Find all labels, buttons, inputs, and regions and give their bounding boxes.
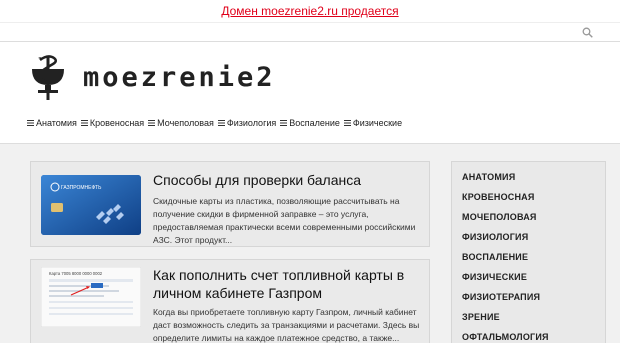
- site-title[interactable]: moezrenie2: [83, 62, 276, 93]
- sidebar-item-physical[interactable]: ФИЗИЧЕСКИЕ: [462, 272, 527, 282]
- article-excerpt: Скидочные карты из пластика, позволяющие…: [153, 196, 416, 245]
- nav-item-circulatory[interactable]: Кровеносная: [80, 116, 145, 130]
- menu-icon: [217, 120, 225, 126]
- thumb-brand-text: ГАЗПРОМНЕФТЬ: [61, 185, 102, 191]
- sidebar-item-circulatory[interactable]: КРОВЕНОСНАЯ: [462, 192, 535, 202]
- category-sidebar: АНАТОМИЯ КРОВЕНОСНАЯ МОЧЕПОЛОВАЯ ФИЗИОЛО…: [451, 161, 606, 343]
- menu-icon: [148, 120, 156, 126]
- menu-icon: [27, 120, 34, 126]
- main-nav: Анатомия Кровеносная Мочеполовая Физиоло…: [27, 116, 406, 130]
- domain-sale-link[interactable]: Домен moezrenie2.ru продается: [221, 4, 398, 18]
- sidebar-item-physiotherapy[interactable]: ФИЗИОТЕРАПИЯ: [462, 292, 540, 302]
- nav-item-label: Кровеносная: [89, 118, 145, 128]
- nav-item-label: Мочеполовая: [157, 118, 214, 128]
- sidebar-item-urogenital[interactable]: МОЧЕПОЛОВАЯ: [462, 212, 537, 222]
- sidebar-item-ophthalmology[interactable]: ОФТАЛЬМОЛОГИЯ: [462, 332, 549, 342]
- site-header: moezrenie2 Анатомия Кровеносная Мочеполо…: [0, 42, 620, 144]
- nav-item-label: Анатомия: [36, 118, 77, 128]
- fuel-card-thumbnail[interactable]: ГАЗПРОМНЕФТЬ: [41, 175, 141, 235]
- article-card: ГАЗПРОМНЕФТЬ Способы для проверки баланс…: [30, 161, 430, 247]
- article-card: Карта 7005 8000 0000 0002 Как пополнить …: [30, 259, 430, 343]
- main-content: ГАЗПРОМНЕФТЬ Способы для проверки баланс…: [0, 144, 620, 343]
- nav-item-anatomy[interactable]: Анатомия: [27, 116, 77, 130]
- cabinet-screenshot-thumbnail[interactable]: Карта 7005 8000 0000 0002: [41, 267, 141, 327]
- sale-banner: Домен moezrenie2.ru продается: [0, 0, 620, 22]
- caduceus-bowl-icon[interactable]: [28, 52, 68, 102]
- sidebar-item-anatomy[interactable]: АНАТОМИЯ: [462, 172, 515, 182]
- nav-item-physiology[interactable]: Физиология: [217, 116, 277, 130]
- nav-item-label: Воспаление: [289, 118, 340, 128]
- menu-icon: [80, 120, 88, 126]
- search-bar: [0, 22, 620, 42]
- article-title[interactable]: Способы для проверки баланса: [153, 171, 361, 189]
- search-icon[interactable]: [582, 27, 593, 38]
- nav-item-urogenital[interactable]: Мочеполовая: [148, 116, 214, 130]
- article-excerpt: Когда вы приобретаете топливную карту Га…: [153, 307, 420, 343]
- sidebar-item-inflammation[interactable]: ВОСПАЛЕНИЕ: [462, 252, 528, 262]
- thumb-card-number: Карта 7005 8000 0000 0002: [49, 271, 103, 276]
- sidebar-item-physiology[interactable]: ФИЗИОЛОГИЯ: [462, 232, 528, 242]
- nav-item-inflammation[interactable]: Воспаление: [280, 116, 340, 130]
- nav-item-physical[interactable]: Физические: [343, 116, 403, 130]
- menu-icon: [343, 120, 351, 126]
- article-title[interactable]: Как пополнить счет топливной карты в лич…: [153, 266, 423, 302]
- nav-item-label: Физиология: [226, 118, 277, 128]
- nav-item-label: Физические: [352, 118, 403, 128]
- menu-icon: [280, 120, 288, 126]
- sidebar-item-vision[interactable]: ЗРЕНИЕ: [462, 312, 500, 322]
